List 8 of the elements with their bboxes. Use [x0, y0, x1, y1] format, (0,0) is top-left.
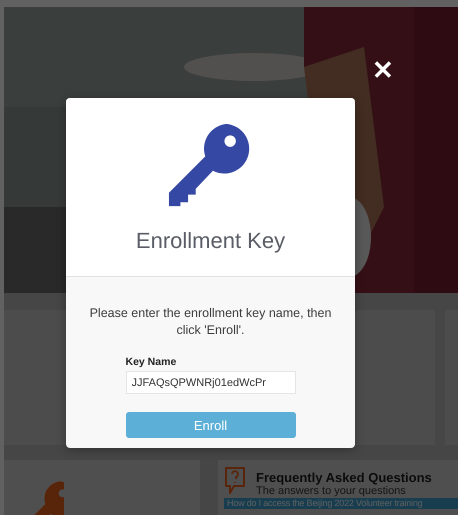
key-name-field[interactable]: JJFAQsQPWNRj01edWcPr	[126, 371, 296, 394]
faq-subtitle: The answers to your questions	[256, 485, 407, 497]
dialog-title: Enrollment Key	[136, 228, 286, 254]
field-label: Key Name	[126, 356, 178, 368]
question-bubble-icon	[224, 466, 246, 496]
instructions: Please enter the enrollment key name, then click 'Enroll'.	[88, 305, 332, 339]
close-button[interactable]: ✕	[369, 56, 397, 84]
faq-title: Frequently Asked Questions	[256, 470, 432, 485]
